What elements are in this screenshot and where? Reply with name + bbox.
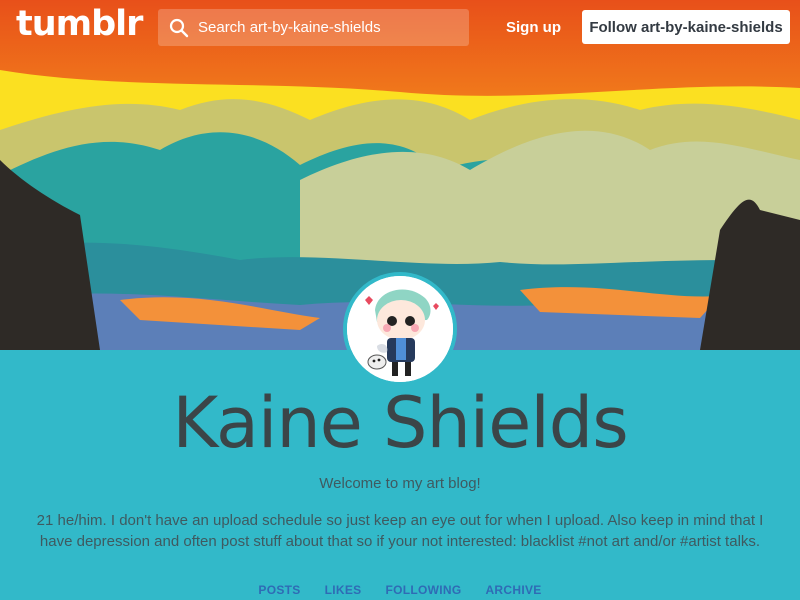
blog-navigation: POSTS LIKES FOLLOWING ARCHIVE: [0, 583, 800, 597]
avatar[interactable]: [343, 272, 457, 386]
tumblr-logo[interactable]: tumblr: [16, 4, 143, 44]
blog-title: Kaine Shields: [172, 382, 628, 464]
nav-link-following[interactable]: FOLLOWING: [385, 583, 461, 597]
search-input[interactable]: Search art-by-kaine-shields: [158, 9, 469, 46]
blog-description: 21 he/him. I don't have an upload schedu…: [36, 512, 764, 550]
nav-link-posts[interactable]: POSTS: [258, 583, 300, 597]
search-icon: [169, 18, 189, 38]
search-placeholder: Search art-by-kaine-shields: [198, 19, 381, 36]
sign-up-link[interactable]: Sign up: [506, 19, 561, 36]
top-navigation-bar: tumblr Search art-by-kaine-shields Sign …: [0, 0, 800, 54]
avatar-image: [347, 276, 453, 382]
blog-subtitle: Welcome to my art blog!: [319, 475, 481, 492]
nav-link-likes[interactable]: LIKES: [325, 583, 362, 597]
nav-link-archive[interactable]: ARCHIVE: [485, 583, 541, 597]
follow-button[interactable]: Follow art-by-kaine-shields: [582, 10, 790, 44]
